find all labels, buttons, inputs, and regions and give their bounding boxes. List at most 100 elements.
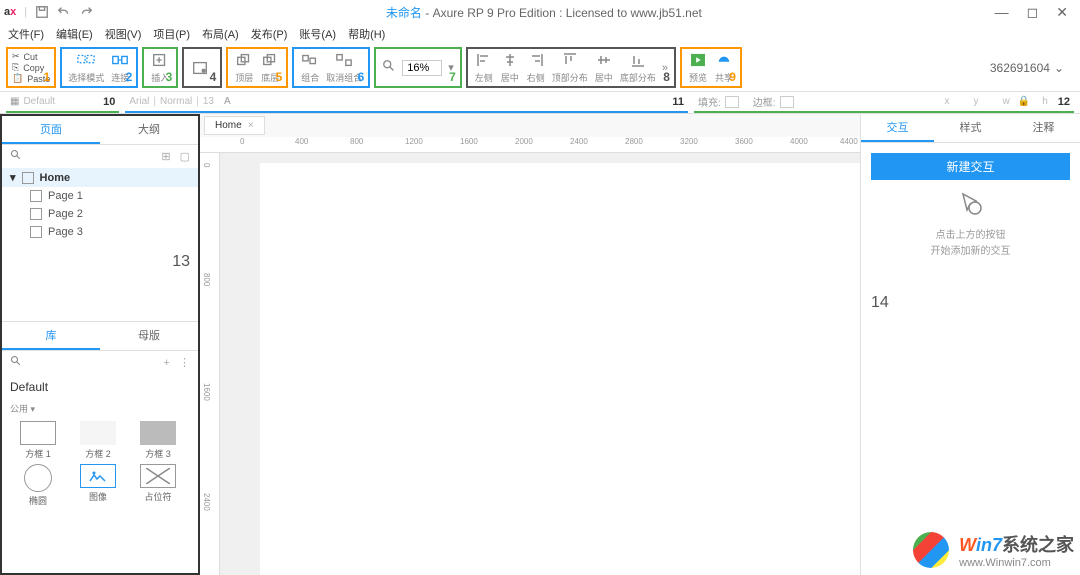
tab-outline[interactable]: 大纲 [100,116,198,144]
undo-icon[interactable] [57,5,71,19]
account-label[interactable]: 362691604 ⌄ [990,47,1074,88]
tab-interactions[interactable]: 交互 [861,114,934,142]
zoom-input[interactable] [402,60,442,76]
format-bar: ▦ Default 10 Arial | Normal | 13 A 11 填充… [0,92,1080,114]
canvas-tab-home[interactable]: Home × [204,116,265,135]
window-title: 未命名 - Axure RP 9 Pro Edition : Licensed … [93,4,995,21]
menu-project[interactable]: 项目(P) [153,26,190,42]
page-icon [22,172,34,184]
font-family-dropdown[interactable]: Arial [129,96,149,107]
menu-help[interactable]: 帮助(H) [348,26,385,42]
watermark: Win7系统之家 www.Winwin7.com [913,531,1074,569]
w-input[interactable]: w [1003,96,1010,107]
group-button[interactable]: 组合 [300,51,320,84]
watermark-logo-icon [913,532,949,568]
copy-button[interactable]: ⎘ Copy [12,62,44,73]
widget-box3[interactable]: 方框 3 [130,421,186,460]
interaction-hint: 点击上方的按钮 开始添加新的交互 [931,228,1011,260]
close-icon[interactable]: × [248,120,254,131]
save-icon[interactable] [35,5,49,19]
close-button[interactable]: ✕ [1056,4,1068,21]
y-input[interactable]: y [974,96,979,107]
canvas-page[interactable] [260,163,860,575]
border-swatch[interactable] [780,96,794,108]
font-color-icon[interactable]: A [224,96,231,107]
style-icon: ▦ [10,96,19,107]
add-icon[interactable]: + [164,357,170,369]
menu-publish[interactable]: 发布(P) [251,26,288,42]
tree-item-home[interactable]: ▾ Home [2,168,198,187]
h-input[interactable]: h [1042,96,1048,107]
tab-style[interactable]: 样式 [934,114,1007,142]
watermark-brand: Win7系统之家 [959,531,1074,557]
point-group: 4 [182,47,222,88]
redo-icon[interactable] [79,5,93,19]
maximize-button[interactable]: ◻ [1027,4,1039,21]
search-icon [382,59,396,76]
menu-layout[interactable]: 布局(A) [202,26,239,42]
ruler-vertical: 0 800 1600 2400 [200,153,220,575]
publish-group: 预览 共享 9 [680,47,742,88]
widget-box2[interactable]: 方框 2 [70,421,126,460]
chevron-down-icon: ⌄ [1054,61,1064,75]
tree-item-page3[interactable]: Page 3 [2,223,198,241]
library-name[interactable]: Default [2,374,198,400]
search-icon[interactable] [10,355,22,370]
cut-button[interactable]: ✂ Cut [12,51,38,62]
widget-box1[interactable]: 方框 1 [10,421,66,460]
tab-pages[interactable]: 页面 [2,116,100,144]
add-page-icon[interactable]: ⊞ [161,151,170,163]
group-group: 组合 取消组合 6 [292,47,370,88]
dist-top-button[interactable]: 顶部分布 [552,51,588,84]
tree-item-page1[interactable]: Page 1 [2,187,198,205]
widget-ellipse[interactable]: 椭圆 [10,464,66,507]
font-weight-dropdown[interactable]: Normal [160,96,192,107]
menu-account[interactable]: 账号(A) [299,26,336,42]
menu-file[interactable]: 文件(F) [8,26,44,42]
tree-item-page2[interactable]: Page 2 [2,205,198,223]
annotation-14: 14 [871,294,889,312]
dist-bottom-button[interactable]: 底部分布 [620,51,656,84]
page-icon [30,190,42,202]
border-label: 边框: [753,94,776,109]
page-icon [30,208,42,220]
align-center-button[interactable]: 居中 [500,51,520,84]
align-right-button[interactable]: 右侧 [526,51,546,84]
minimize-button[interactable]: — [995,4,1009,21]
tab-notes[interactable]: 注释 [1007,114,1080,142]
dist-middle-button[interactable]: 居中 [594,51,614,84]
new-interaction-button[interactable]: 新建交互 [871,153,1070,180]
menu-icon[interactable]: ⋮ [179,357,190,369]
style-selector-group: ▦ Default 10 [6,93,119,113]
watermark-url: www.Winwin7.com [959,557,1074,569]
select-mode-button[interactable]: 选择模式 [68,51,104,84]
tab-library[interactable]: 库 [2,322,100,350]
widget-placeholder[interactable]: 占位符 [130,464,186,507]
font-group: Arial | Normal | 13 A 11 [125,93,688,113]
point-button[interactable] [190,59,210,77]
title-bar: ax | 未命名 - Axure RP 9 Pro Edition : Lice… [0,0,1080,24]
font-size-input[interactable]: 13 [203,96,214,107]
lock-icon[interactable]: 🔒 [1018,96,1030,107]
menu-bar: 文件(F) 编辑(E) 视图(V) 项目(P) 布局(A) 发布(P) 账号(A… [0,24,1080,44]
main-toolbar: ✂ Cut ⎘ Copy 📋 Paste 1 选择模式 连接 2 插入 3 4 … [0,44,1080,92]
fill-swatch[interactable] [725,96,739,108]
align-left-button[interactable]: 左侧 [474,51,494,84]
x-input[interactable]: x [945,96,950,107]
fill-border-group: 填充: 边框: x y w 🔒 h 12 [694,93,1074,113]
common-section[interactable]: 公用 ▾ [2,400,198,417]
tab-masters[interactable]: 母版 [100,322,198,350]
bring-front-button[interactable]: 顶层 [234,51,254,84]
collapse-icon[interactable]: ▾ [10,171,16,184]
clipboard-group: ✂ Cut ⎘ Copy 📋 Paste 1 [6,47,56,88]
preview-button[interactable]: 预览 [688,51,708,84]
divider-icon: | [24,6,27,18]
add-folder-icon[interactable]: ▢ [180,151,190,163]
menu-view[interactable]: 视图(V) [105,26,142,42]
menu-edit[interactable]: 编辑(E) [56,26,93,42]
zoom-group: ▾ 7 [374,47,462,88]
style-dropdown[interactable]: Default [23,96,55,107]
widget-image[interactable]: 图像 [70,464,126,507]
select-group: 选择模式 连接 2 [60,47,138,88]
search-icon[interactable] [10,149,22,164]
